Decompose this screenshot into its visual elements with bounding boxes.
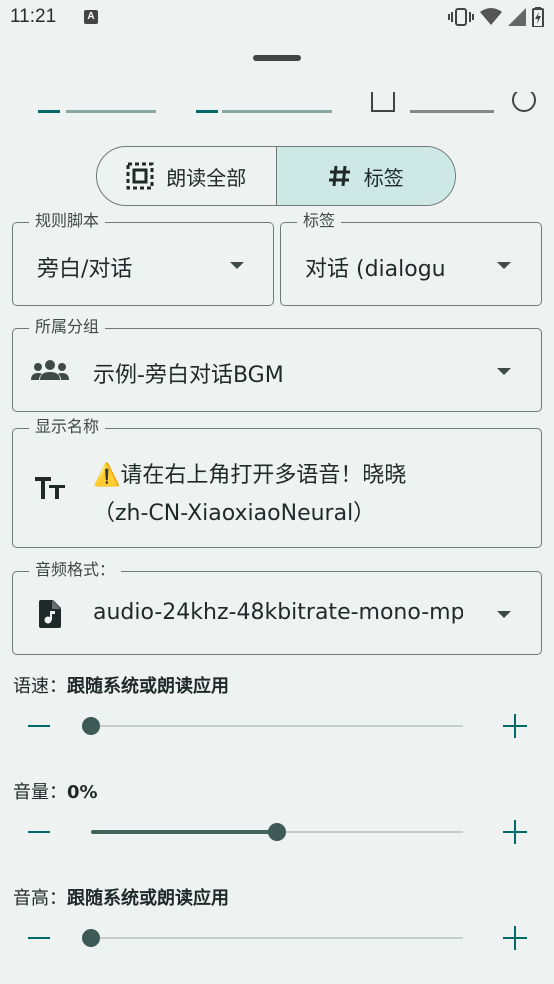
display-name-line1: ⚠️请在右上角打开多语音！晓晓	[93, 463, 407, 488]
volume-slider[interactable]	[91, 823, 463, 841]
rate-increase-button[interactable]	[503, 714, 527, 738]
pitch-slider[interactable]	[82, 929, 463, 947]
display-name-line2: （zh-CN-XiaoxiaoNeural）	[93, 501, 376, 526]
battery-icon	[532, 7, 544, 27]
volume-increase-button[interactable]	[503, 820, 527, 844]
rate-slider-thumb[interactable]	[82, 717, 100, 735]
rate-decrease-button[interactable]	[28, 725, 50, 727]
volume-slider-thumb[interactable]	[268, 823, 286, 841]
tag-label: 标签	[363, 165, 404, 190]
read-all-button[interactable]: 朗读全部	[97, 147, 276, 205]
tag-button[interactable]: 标签	[275, 147, 455, 205]
drag-handle[interactable]	[253, 55, 301, 61]
display-name-label: 显示名称	[29, 417, 106, 437]
text-size-icon	[35, 477, 65, 499]
signal-icon	[508, 8, 526, 26]
volume-value: 0%	[67, 782, 98, 803]
rule-script-dropdown[interactable]: 规则脚本 旁白/对话	[12, 211, 274, 306]
vibrate-icon	[448, 8, 474, 26]
mode-segmented-control: 朗读全部 标签	[96, 146, 456, 206]
audio-format-dropdown[interactable]: 音频格式： audio-24khz-48kbitrate-mono-mp3	[12, 560, 542, 655]
wifi-icon	[480, 8, 502, 25]
tag-dropdown[interactable]: 标签 对话 (dialogu	[280, 211, 542, 306]
pitch-increase-button[interactable]	[503, 926, 527, 950]
tag-field-label: 标签	[297, 211, 342, 231]
select-all-icon	[126, 162, 154, 190]
volume-decrease-button[interactable]	[28, 831, 50, 833]
group-dropdown[interactable]: 所属分组 示例-旁白对话BGM	[12, 317, 542, 412]
chevron-down-icon	[497, 611, 511, 618]
status-icons	[448, 6, 544, 28]
clipped-options-row	[0, 92, 554, 116]
rule-script-value: 旁白/对话	[37, 257, 133, 282]
rule-script-label: 规则脚本	[29, 211, 106, 231]
pitch-decrease-button[interactable]	[28, 937, 50, 939]
rate-slider[interactable]	[82, 717, 463, 735]
hash-icon	[328, 165, 350, 187]
pitch-value: 跟随系统或朗读应用	[67, 888, 229, 909]
group-icon	[31, 360, 69, 380]
group-label: 所属分组	[29, 317, 106, 337]
audio-format-value: audio-24khz-48kbitrate-mono-mp3	[93, 600, 463, 625]
volume-label: 音量：0%	[13, 782, 98, 803]
chevron-down-icon	[497, 262, 511, 269]
chevron-down-icon	[497, 368, 511, 375]
pitch-slider-thumb[interactable]	[82, 929, 100, 947]
read-all-label: 朗读全部	[166, 165, 247, 190]
rate-label: 语速：跟随系统或朗读应用	[13, 676, 229, 697]
pitch-label: 音高：跟随系统或朗读应用	[13, 888, 229, 909]
notification-icon: A	[84, 10, 98, 24]
group-value: 示例-旁白对话BGM	[93, 363, 284, 388]
status-time: 11:21	[10, 6, 57, 27]
tag-field-value: 对话 (dialogu	[305, 257, 446, 282]
audio-file-icon	[39, 600, 61, 628]
display-name-field[interactable]: 显示名称 ⚠️请在右上角打开多语音！晓晓 （zh-CN-XiaoxiaoNeur…	[12, 417, 542, 548]
chevron-down-icon	[230, 262, 244, 269]
volume-slider-active-track	[91, 830, 277, 834]
audio-format-label: 音频格式：	[29, 560, 122, 580]
rate-value: 跟随系统或朗读应用	[67, 676, 229, 697]
